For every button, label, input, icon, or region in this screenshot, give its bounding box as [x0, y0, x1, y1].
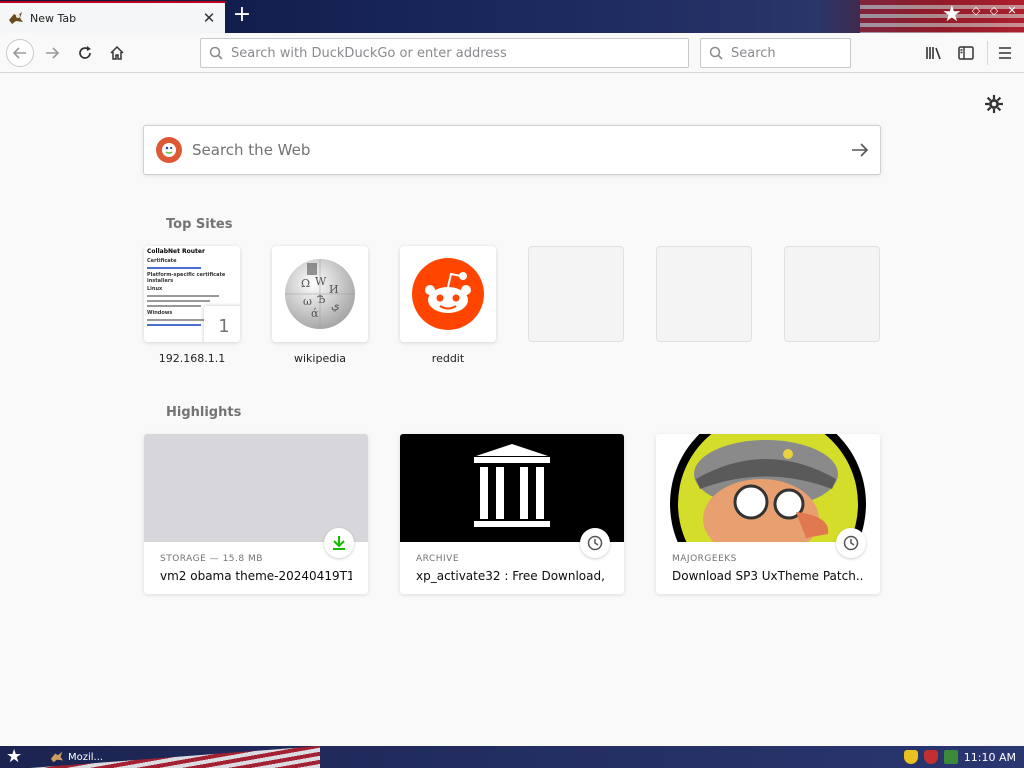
search-go-button[interactable]: [840, 130, 880, 170]
majorgeeks-mascot-icon: [670, 434, 866, 542]
menu-button[interactable]: [993, 41, 1017, 65]
network-icon[interactable]: [943, 750, 958, 764]
svg-text:Ѣ: Ѣ: [317, 293, 325, 306]
navigation-toolbar: Search with DuckDuckGo or enter address …: [0, 33, 1024, 73]
highlight-card[interactable]: STORAGE — 15.8 MB vm2 obama theme-202404…: [144, 434, 368, 594]
firefox-app-icon: [50, 751, 64, 763]
top-site-tile[interactable]: ΩWИ ωѢي ά wikipedia: [272, 246, 368, 365]
top-site-label: wikipedia: [293, 352, 346, 365]
reddit-logo-icon: [412, 258, 484, 330]
tab-favicon-icon: [9, 12, 23, 24]
library-icon: [926, 47, 941, 60]
url-bar[interactable]: Search with DuckDuckGo or enter address: [200, 38, 689, 68]
highlight-image: [144, 434, 368, 542]
top-site-tile[interactable]: CollabNet Router Certificate Platform-sp…: [144, 246, 240, 365]
maximize-icon[interactable]: ◇: [988, 5, 1000, 17]
site-badge: 1: [204, 306, 240, 342]
search-icon: [709, 46, 723, 60]
web-search-placeholder: Search the Web: [192, 141, 311, 159]
screenshot-h2: Linux: [147, 286, 163, 292]
top-site-tile-empty[interactable]: [784, 246, 880, 342]
new-tab-page: Search the Web Top Sites CollabNet Route…: [0, 74, 1024, 746]
highlight-image: [400, 434, 624, 542]
sidebar-icon: [958, 46, 974, 60]
screenshot-subheading: Platform-specific certificate installers: [147, 272, 226, 284]
svg-text:Ω: Ω: [301, 277, 310, 290]
star-icon: ★: [942, 2, 962, 27]
tab-title: New Tab: [30, 11, 77, 25]
new-tab-button[interactable]: +: [230, 4, 254, 28]
duckduckgo-logo-icon: [156, 137, 182, 163]
tab-new-tab[interactable]: New Tab ✕: [0, 1, 225, 33]
top-site-label: 192.168.1.1: [158, 352, 226, 365]
reload-button[interactable]: [71, 39, 99, 67]
highlight-title: Download SP3 UxTheme Patch...: [672, 569, 864, 583]
search-bar[interactable]: Search: [700, 38, 851, 68]
svg-text:W: W: [315, 275, 327, 288]
web-search-box[interactable]: Search the Web: [143, 125, 881, 175]
highlight-source: MAJORGEEKS: [672, 554, 737, 564]
top-site-tile-empty[interactable]: [656, 246, 752, 342]
start-button[interactable]: ★: [6, 747, 30, 767]
highlight-source: ARCHIVE: [416, 554, 460, 564]
search-icon: [209, 46, 223, 60]
highlight-card[interactable]: ARCHIVE xp_activate32 : Free Download, .…: [400, 434, 624, 594]
clock-icon: [836, 528, 866, 558]
top-site-thumbnail[interactable]: ΩWИ ωѢي ά: [272, 246, 368, 342]
arrow-right-icon: [852, 143, 869, 157]
toolbar-separator: [987, 41, 988, 65]
reload-icon: [79, 46, 91, 59]
minimize-icon[interactable]: ◇: [970, 5, 982, 17]
sidebar-button[interactable]: [954, 41, 978, 65]
home-button[interactable]: [103, 39, 131, 67]
top-site-tile[interactable]: reddit: [400, 246, 496, 365]
svg-text:ά: ά: [311, 307, 319, 320]
forward-arrow-icon: [46, 47, 60, 59]
highlight-card[interactable]: MAJORGEEKS Download SP3 UxTheme Patch...: [656, 434, 880, 594]
close-icon[interactable]: ✕: [1006, 5, 1018, 17]
highlight-title: xp_activate32 : Free Download, ...: [416, 569, 608, 583]
top-site-thumbnail[interactable]: [400, 246, 496, 342]
screenshot-title: CollabNet Router: [147, 248, 205, 255]
back-arrow-icon: [12, 47, 26, 59]
archive-building-icon: [474, 444, 550, 527]
back-button[interactable]: [6, 39, 34, 67]
tab-strip: ★ New Tab ✕ + ◇ ◇ ✕: [0, 0, 1024, 33]
highlight-image: [656, 434, 880, 542]
highlight-source: STORAGE — 15.8 MB: [160, 554, 263, 564]
svg-text:ي: ي: [331, 299, 340, 312]
top-site-placeholder[interactable]: [528, 246, 624, 342]
wikipedia-globe-icon: Ω WИ ωѢي ά: [285, 259, 355, 329]
forward-button[interactable]: [38, 39, 66, 67]
top-site-placeholder[interactable]: [784, 246, 880, 342]
screenshot-heading: Certificate: [147, 258, 177, 264]
top-sites-heading: Top Sites: [166, 217, 233, 232]
clock-icon: [580, 528, 610, 558]
hamburger-menu-icon: [999, 47, 1011, 59]
highlights-heading: Highlights: [166, 405, 242, 420]
search-placeholder: Search: [731, 45, 776, 61]
security-alert-icon[interactable]: [923, 750, 938, 764]
taskbar: ★ Mozil... 11:10 AM: [0, 746, 1024, 768]
taskbar-app-button[interactable]: Mozil...: [50, 748, 103, 766]
top-site-placeholder[interactable]: [656, 246, 752, 342]
highlight-title: vm2 obama theme-20240419T1...: [160, 569, 352, 583]
clock-time[interactable]: 11:10 AM: [964, 751, 1016, 764]
system-tray: 11:10 AM: [903, 748, 1016, 766]
url-placeholder: Search with DuckDuckGo or enter address: [231, 45, 507, 61]
download-icon: [324, 528, 354, 558]
gear-icon[interactable]: [984, 94, 1004, 114]
taskbar-app-label: Mozil...: [68, 751, 104, 763]
top-site-thumbnail[interactable]: CollabNet Router Certificate Platform-sp…: [144, 246, 240, 342]
window-controls: ◇ ◇ ✕: [970, 5, 1018, 17]
library-button[interactable]: [922, 41, 946, 65]
tab-close-icon[interactable]: ✕: [201, 10, 217, 26]
home-icon: [110, 45, 124, 60]
shield-icon[interactable]: [903, 750, 918, 764]
top-site-label: reddit: [431, 352, 465, 365]
top-site-tile-empty[interactable]: [528, 246, 624, 342]
